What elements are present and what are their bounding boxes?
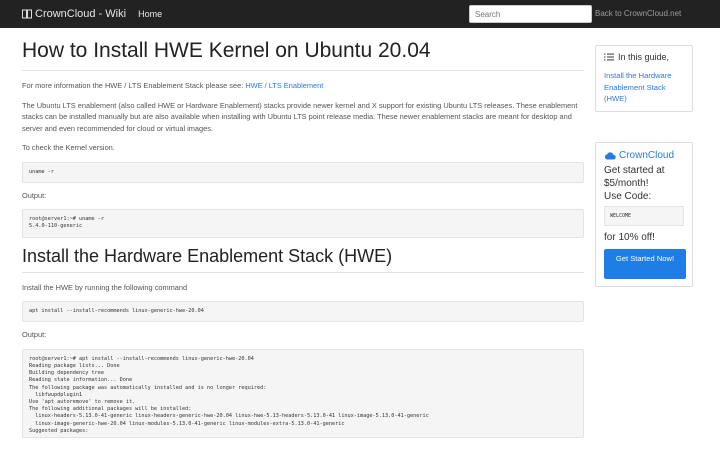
toc-title: In this guide,	[618, 52, 670, 62]
nav-home-link[interactable]: Home	[138, 9, 162, 19]
main-content: How to Install HWE Kernel on Ubuntu 20.0…	[22, 38, 584, 445]
uname-command-block: uname -r	[22, 161, 584, 183]
install-command-block: apt install --install-recommends linux-g…	[22, 301, 584, 323]
promo-price-text: Get started at $5/month!	[604, 165, 665, 189]
description-paragraph: The Ubuntu LTS enablement (also called H…	[22, 100, 578, 133]
coupon-code: WELCOME	[604, 206, 684, 226]
promo-brand[interactable]: CrownCloud	[604, 150, 684, 161]
search-input[interactable]	[469, 5, 592, 23]
toc-header: In this guide,	[604, 52, 684, 62]
uname-output-block: root@server1:~# uname -r 5.4.0-110-gener…	[22, 209, 584, 238]
promo-brand-name: CrownCloud	[619, 150, 675, 161]
check-kernel-text: To check the Kernel version.	[22, 143, 115, 152]
promo-box: CrownCloud Get started at $5/month! Use …	[595, 142, 693, 287]
intro-text: For more information the HWE / LTS Enabl…	[22, 81, 244, 90]
back-to-site-link[interactable]: Back to CrownCloud.net	[595, 9, 681, 18]
discount-text: for 10% off!	[604, 232, 655, 243]
cloud-icon	[604, 152, 616, 160]
use-code-label: Use Code:	[604, 191, 652, 202]
book-icon	[22, 9, 32, 19]
intro-paragraph: For more information the HWE / LTS Enabl…	[22, 80, 584, 92]
output-label: Output:	[22, 330, 47, 340]
brand-name: CrownCloud - Wiki	[35, 8, 127, 20]
get-started-button[interactable]: Get Started Now!	[604, 249, 686, 279]
hwe-link[interactable]: HWE / LTS Enablement	[245, 81, 323, 90]
brand-link[interactable]: CrownCloud - Wiki	[22, 8, 126, 20]
output-label: Output:	[22, 190, 47, 200]
install-output-block: root@server1:~# apt install --install-re…	[22, 348, 584, 439]
top-navbar: CrownCloud - Wiki Home Back to CrownClou…	[0, 0, 720, 28]
page-title: How to Install HWE Kernel on Ubuntu 20.0…	[22, 38, 584, 71]
table-of-contents: In this guide, Install the Hardware Enab…	[595, 45, 693, 112]
section-title: Install the Hardware Enablement Stack (H…	[22, 245, 584, 273]
toc-link-install-hwe[interactable]: Install the Hardware Enablement Stack (H…	[604, 70, 684, 105]
list-icon	[604, 53, 614, 61]
install-text: Install the HWE by running the following…	[22, 282, 188, 292]
